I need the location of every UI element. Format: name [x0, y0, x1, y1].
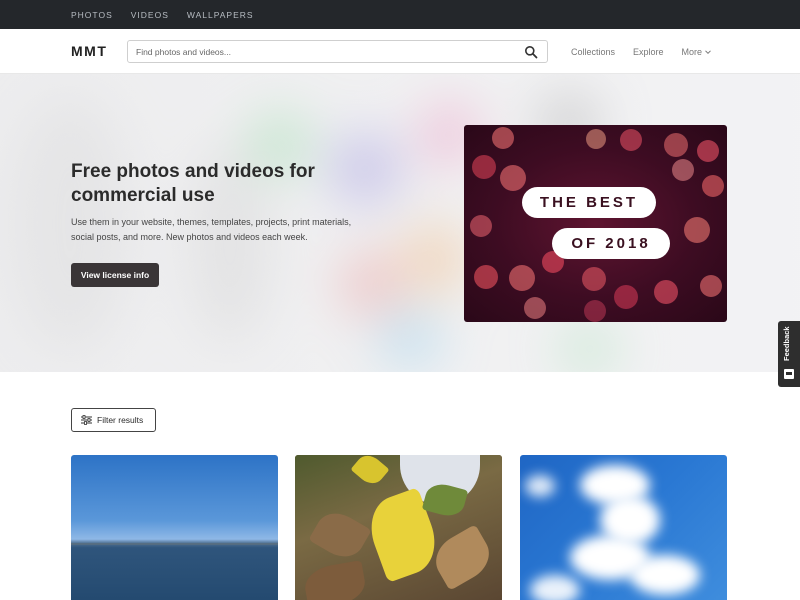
hero-subtitle: Use them in your website, themes, templa… — [71, 217, 352, 242]
search-icon[interactable] — [524, 45, 538, 59]
top-bar: PHOTOS VIDEOS WALLPAPERS — [0, 0, 800, 29]
photo-card-leaves[interactable] — [295, 455, 502, 600]
photo-card-sea[interactable] — [71, 455, 278, 600]
header-nav: Collections Explore More — [571, 29, 729, 74]
chevron-down-icon — [705, 49, 711, 54]
filter-results-label: Filter results — [97, 415, 144, 425]
view-license-button[interactable]: View license info — [71, 263, 159, 287]
featured-collection-image[interactable]: THE BEST OF 2018 — [464, 125, 727, 322]
nav-wallpapers-link[interactable]: WALLPAPERS — [187, 10, 254, 20]
feature-title-line1: THE BEST — [522, 187, 656, 218]
chat-icon — [784, 369, 794, 379]
horizon-line — [71, 543, 278, 545]
collections-link[interactable]: Collections — [571, 47, 615, 57]
nav-videos-link[interactable]: VIDEOS — [131, 10, 169, 20]
feedback-tab[interactable]: Feedback — [778, 321, 800, 387]
filter-results-button[interactable]: Filter results — [71, 408, 156, 432]
hero-title: Free photos and videos for commercial us… — [71, 161, 315, 206]
explore-link[interactable]: Explore — [633, 47, 664, 57]
header: MMT Collections Explore More — [0, 29, 800, 74]
feature-title-line2: OF 2018 — [552, 228, 670, 259]
sliders-icon — [81, 415, 92, 425]
logo[interactable]: MMT — [71, 43, 107, 59]
search-box — [127, 40, 548, 63]
search-input[interactable] — [128, 41, 508, 62]
more-label: More — [681, 46, 703, 57]
media-type-nav: PHOTOS VIDEOS WALLPAPERS — [71, 0, 254, 29]
photo-card-sky[interactable] — [520, 455, 727, 600]
nav-photos-link[interactable]: PHOTOS — [71, 10, 113, 20]
feedback-label: Feedback — [782, 326, 791, 361]
more-menu[interactable]: More — [682, 47, 712, 57]
